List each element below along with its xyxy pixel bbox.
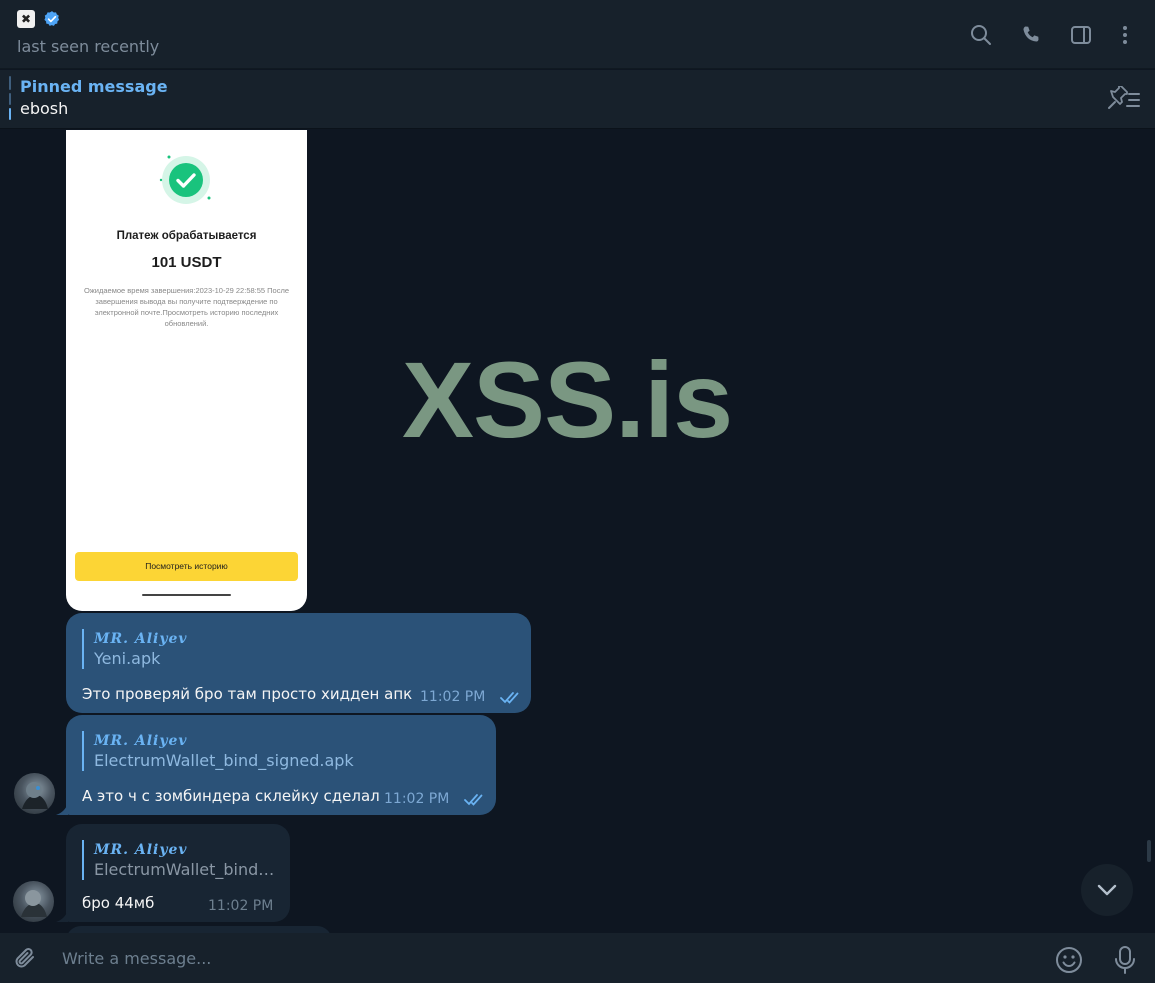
payment-note: Ожидаемое время завершения:2023-10-29 22… <box>83 286 290 328</box>
chevron-down-icon <box>1097 884 1117 896</box>
bubble-tail <box>56 803 68 815</box>
last-seen-status: last seen recently <box>17 37 160 56</box>
watermark-text: XSS.is <box>402 339 733 460</box>
pinned-indicator <box>9 76 11 120</box>
reply-author: MR. Aliyev <box>94 842 188 858</box>
reply-author: MR. Aliyev <box>94 631 188 647</box>
chat-avatar-icon: ✖ <box>17 10 35 28</box>
reply-file: ElectrumWallet_bind_signed.apk <box>94 751 354 770</box>
reply-file: ElectrumWallet_bind_... <box>94 860 278 879</box>
chat-title[interactable]: ✖ <box>17 10 61 28</box>
search-button[interactable] <box>967 21 995 49</box>
search-icon <box>971 25 991 45</box>
message-time: 11:02 PM <box>420 689 486 705</box>
message-text: бро 44мб <box>82 894 155 912</box>
verified-badge-icon <box>44 11 60 26</box>
message-input[interactable] <box>62 943 1022 973</box>
payment-status-title: Платеж обрабатывается <box>116 230 257 242</box>
reply-quote[interactable]: MR. Aliyev ElectrumWallet_bind_... <box>82 840 278 880</box>
message-bubble[interactable]: MR. Aliyev ElectrumWallet_bind_signed.ap… <box>66 715 496 815</box>
scroll-to-bottom-button[interactable] <box>1081 864 1133 916</box>
message-time: 11:02 PM <box>384 791 450 807</box>
double-check-icon <box>500 692 519 704</box>
toggle-sidebar-button[interactable] <box>1067 21 1095 49</box>
reply-quote[interactable]: MR. Aliyev ElectrumWallet_bind_signed.ap… <box>82 731 354 771</box>
paperclip-icon[interactable] <box>12 945 40 973</box>
check-circle-icon <box>159 155 211 204</box>
reply-quote[interactable]: MR. Aliyev Yeni.apk <box>82 629 188 669</box>
home-indicator <box>142 594 231 596</box>
more-options-button[interactable] <box>1111 21 1139 49</box>
pinned-text: ebosh <box>20 99 69 118</box>
payment-amount: 101 USDT <box>151 254 222 271</box>
message-bubble[interactable]: MR. Aliyev Yeni.apk Это проверяй бро там… <box>66 613 531 713</box>
scrollbar[interactable] <box>1147 840 1151 862</box>
chat-history[interactable]: XSS.is Платеж обрабатывается 101 USDT Ож… <box>0 130 1155 933</box>
message-bubble[interactable] <box>66 926 332 933</box>
call-button[interactable] <box>1017 21 1045 49</box>
sidebar-toggle-icon <box>1071 26 1091 44</box>
pinned-title: Pinned message <box>20 77 168 96</box>
view-history-button: Посмотреть историю <box>75 552 298 581</box>
message-bubble[interactable]: MR. Aliyev ElectrumWallet_bind_... бро 4… <box>66 824 290 922</box>
message-text: Это проверяй бро там просто хидден апк <box>82 685 413 703</box>
message-composer <box>0 933 1155 983</box>
pin-list-icon[interactable] <box>1105 86 1141 112</box>
message-time: 11:02 PM <box>208 898 274 914</box>
bubble-tail <box>56 910 68 922</box>
emoji-icon[interactable] <box>1055 946 1083 974</box>
reply-file: Yeni.apk <box>94 649 161 668</box>
message-text: А это ч с зомбиндера склейку сделал <box>82 787 380 805</box>
avatar[interactable] <box>13 881 54 922</box>
pinned-message-bar[interactable]: Pinned message ebosh <box>0 70 1155 129</box>
double-check-icon <box>464 794 483 806</box>
reply-author: MR. Aliyev <box>94 733 188 749</box>
more-vertical-icon <box>1123 26 1127 44</box>
photo-message[interactable]: Платеж обрабатывается 101 USDT Ожидаемое… <box>66 130 307 611</box>
chat-header: ✖ last seen recently <box>0 0 1155 69</box>
avatar[interactable] <box>14 773 55 814</box>
phone-icon <box>1023 26 1039 42</box>
microphone-icon[interactable] <box>1112 945 1138 975</box>
